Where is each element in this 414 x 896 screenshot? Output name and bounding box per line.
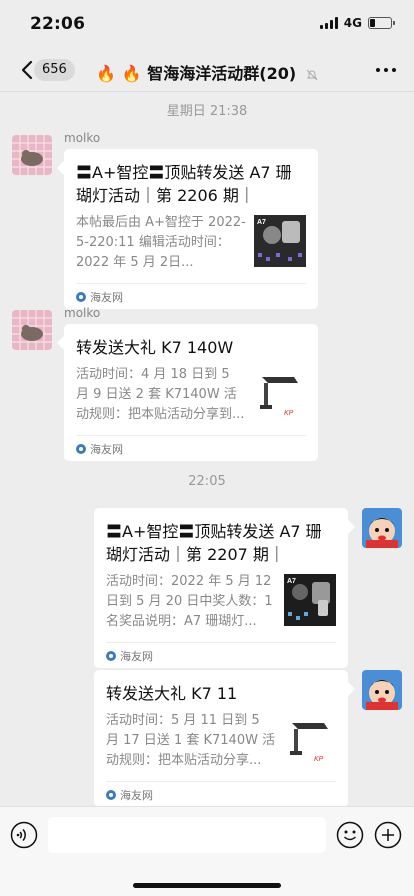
source-logo-icon (76, 443, 86, 454)
a7-coral-light-thumbnail-icon: A7 (254, 215, 306, 267)
link-card[interactable]: 转发送大礼 K7 140W 活动时间：4 月 18 日到 5 月 9 日送 2 … (64, 324, 318, 461)
more-dot-icon (392, 68, 396, 72)
card-description: 活动时间：2022 年 5 月 12 日到 5 月 20 日中奖人数：1 名奖品… (106, 574, 273, 629)
card-title: 〓A+智控〓顶贴转发送 A7 珊瑚灯活动｜第 2207 期｜ (106, 522, 322, 564)
timestamp: 星期日 21:38 (166, 104, 248, 119)
more-button[interactable] (376, 68, 396, 72)
source-logo-icon (76, 291, 86, 302)
card-source: 海友网 (76, 435, 306, 461)
card-title: 转发送大礼 K7 11 (106, 684, 238, 703)
card-description: 活动时间：5 月 11 日到 5 月 17 日送 1 套 K7140W 活动规则… (106, 713, 276, 768)
svg-text:KP: KP (314, 756, 324, 763)
emoji-button[interactable] (336, 821, 364, 849)
source-logo-icon (106, 789, 116, 800)
link-card[interactable]: 〓A+智控〓顶贴转发送 A7 珊瑚灯活动｜第 2207 期｜ 活动时间：2022… (94, 508, 348, 668)
message-input[interactable] (48, 817, 326, 853)
k7-lamp-thumbnail-icon: KP (254, 367, 306, 419)
source-name: 海友网 (90, 442, 123, 456)
sender-name: molko (64, 131, 101, 145)
more-functions-button[interactable] (374, 821, 402, 849)
voice-icon (10, 821, 38, 849)
self-avatar[interactable] (362, 508, 402, 548)
card-description: 活动时间：4 月 18 日到 5 月 9 日送 2 套 K7140W 活动规则：… (76, 367, 245, 422)
chat-title-text: 🔥 🔥 智海海洋活动群(20) (96, 64, 297, 83)
k7-lamp-thumbnail-icon: KP (284, 713, 336, 765)
voice-input-button[interactable] (10, 821, 38, 849)
battery-level (370, 19, 375, 27)
timestamp: 22:05 (188, 474, 226, 489)
link-card[interactable]: 〓A+智控〓顶贴转发送 A7 珊瑚灯活动｜第 2206 期｜ 本帖最后由 A+智… (64, 149, 318, 309)
chat-area[interactable]: 星期日 21:38 molko 〓A+智控〓顶贴转发送 A7 珊瑚灯活动｜第 2… (0, 93, 414, 807)
mute-bell-icon (306, 69, 318, 80)
network-type: 4G (343, 16, 362, 30)
source-name: 海友网 (90, 290, 123, 304)
source-name: 海友网 (120, 788, 153, 802)
card-title: 转发送大礼 K7 140W (76, 338, 234, 357)
more-dot-icon (384, 68, 388, 72)
status-time: 22:06 (30, 14, 86, 34)
card-source: 海友网 (106, 781, 336, 807)
svg-text:A7: A7 (257, 219, 266, 226)
sender-name: molko (64, 306, 101, 320)
avatar[interactable] (12, 135, 52, 175)
status-bar: 22:06 4G (0, 0, 414, 48)
card-source: 海友网 (106, 642, 336, 668)
svg-text:A7: A7 (287, 578, 296, 585)
link-card[interactable]: 转发送大礼 K7 11 活动时间：5 月 11 日到 5 月 17 日送 1 套… (94, 670, 348, 807)
more-dot-icon (376, 68, 380, 72)
signal-icon (319, 17, 338, 29)
battery-icon (368, 17, 395, 29)
card-source: 海友网 (76, 283, 306, 309)
chat-header: 656 🔥 🔥 智海海洋活动群(20) (0, 48, 414, 92)
card-description: 本帖最后由 A+智控于 2022-5-220:11 编辑活动时间：2022 年 … (76, 215, 246, 270)
avatar[interactable] (12, 310, 52, 350)
source-name: 海友网 (120, 649, 153, 663)
source-logo-icon (106, 650, 116, 661)
home-indicator (133, 883, 281, 888)
a7-coral-light-thumbnail-icon: A7 (284, 574, 336, 626)
self-avatar[interactable] (362, 670, 402, 710)
plus-icon (374, 821, 402, 849)
emoji-icon (336, 821, 364, 849)
input-bar (0, 806, 414, 896)
chat-title: 🔥 🔥 智海海洋活动群(20) (0, 60, 414, 84)
card-title: 〓A+智控〓顶贴转发送 A7 珊瑚灯活动｜第 2206 期｜ (76, 163, 292, 205)
status-indicators: 4G (319, 16, 395, 30)
svg-text:KP: KP (284, 410, 294, 417)
